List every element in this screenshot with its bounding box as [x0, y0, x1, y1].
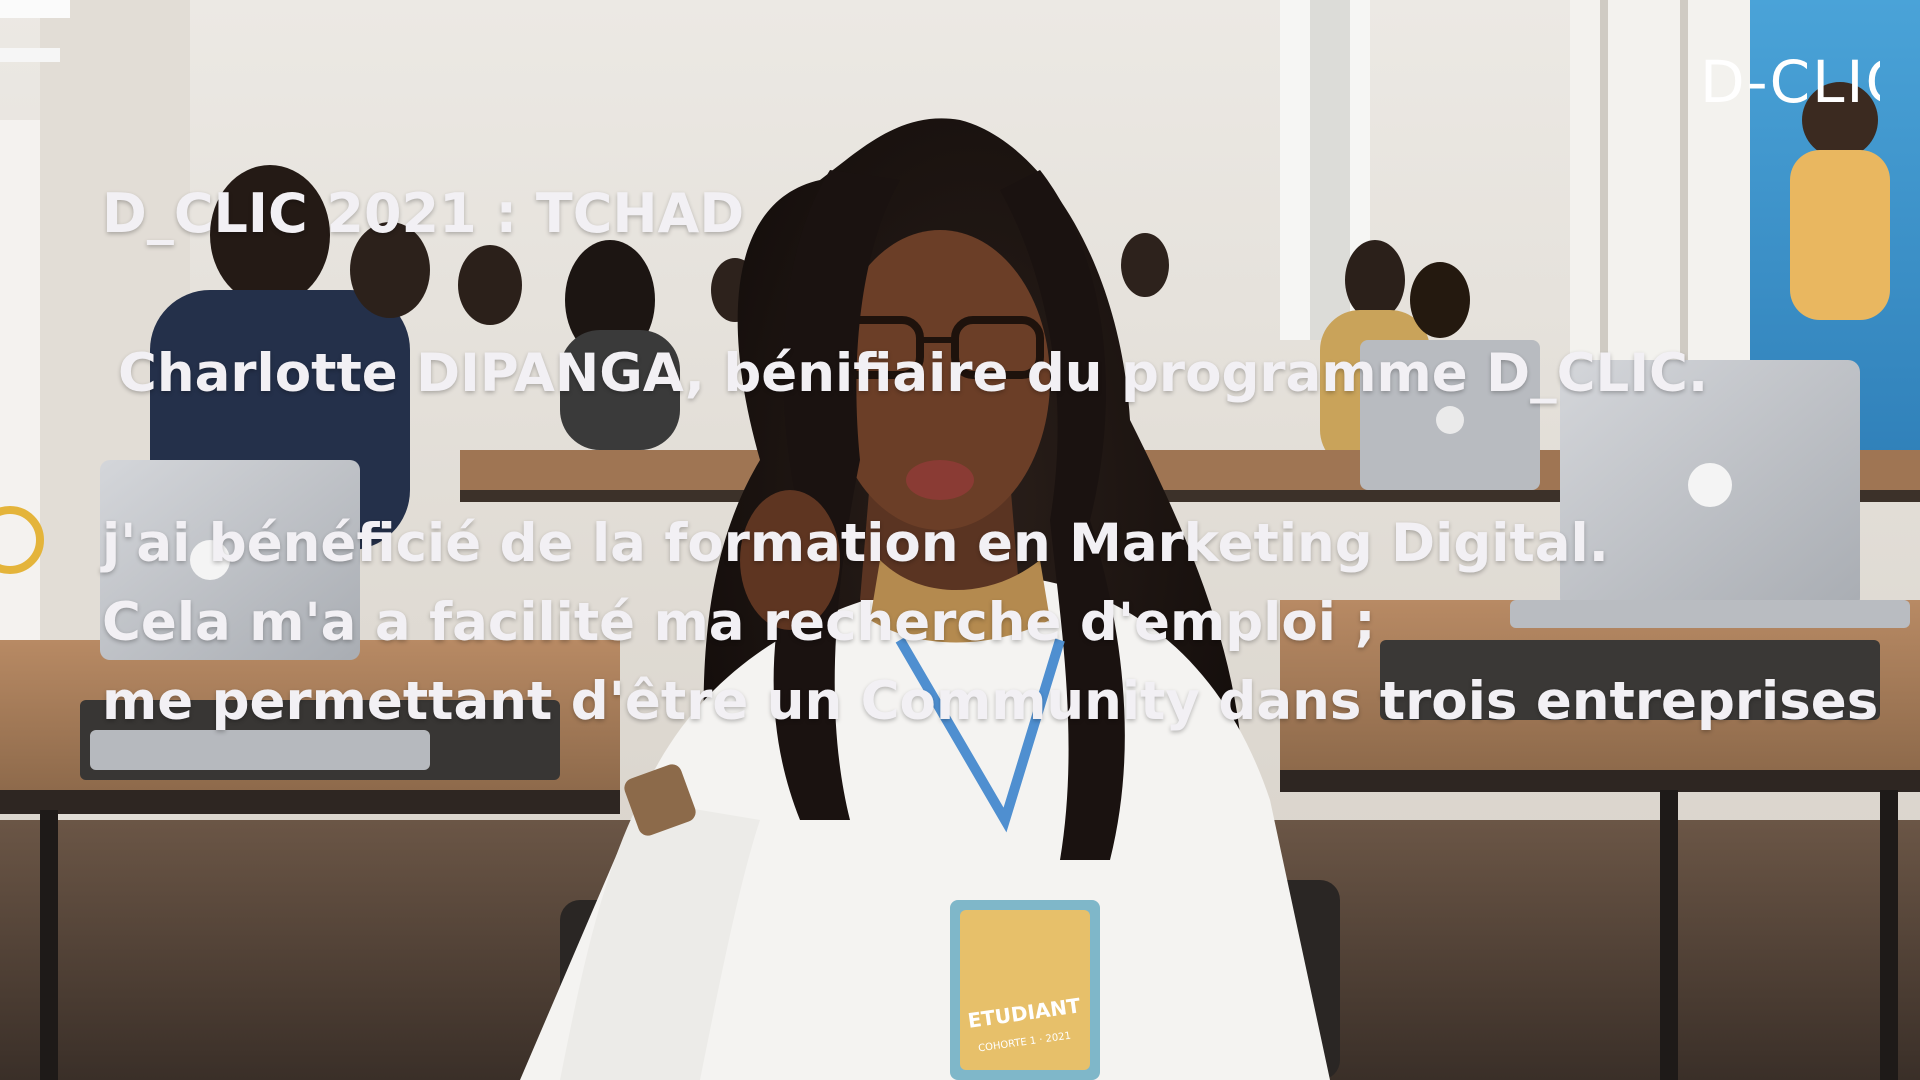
front-desk-right-edge	[1280, 770, 1920, 792]
desk-leg	[1880, 790, 1898, 1080]
window	[1310, 0, 1350, 340]
video-subtitle: Charlotte DIPANGA, bénifiaire du program…	[118, 343, 1709, 404]
video-title: D_CLIC 2021 : TCHAD	[102, 182, 745, 245]
quote-line: me permettant d'être un Community dans t…	[102, 671, 1879, 732]
desk-leg	[1660, 790, 1678, 1080]
window-frame	[1600, 0, 1608, 380]
video-frame: ETUDIANT COHORTE 1 · 2021 D-CLIC D_CLIC …	[0, 0, 1920, 1080]
quote-line: Cela m'a a facilité ma recherche d'emplo…	[102, 592, 1376, 653]
left-banner	[0, 120, 40, 680]
logo-text: D-CLIC	[1700, 48, 1880, 116]
window-frame	[1680, 0, 1688, 380]
poster-figure-body	[1790, 150, 1890, 320]
dclic-logo: D-CLIC	[1700, 48, 1880, 116]
quote-line: j'ai bénéficié de la formation en Market…	[102, 513, 1609, 574]
testimonial-quote: j'ai bénéficié de la formation en Market…	[102, 504, 1878, 741]
desk-leg	[40, 810, 58, 1080]
ceiling-light	[0, 0, 70, 18]
ceiling-light	[0, 48, 60, 62]
front-desk-left-edge	[0, 790, 620, 814]
